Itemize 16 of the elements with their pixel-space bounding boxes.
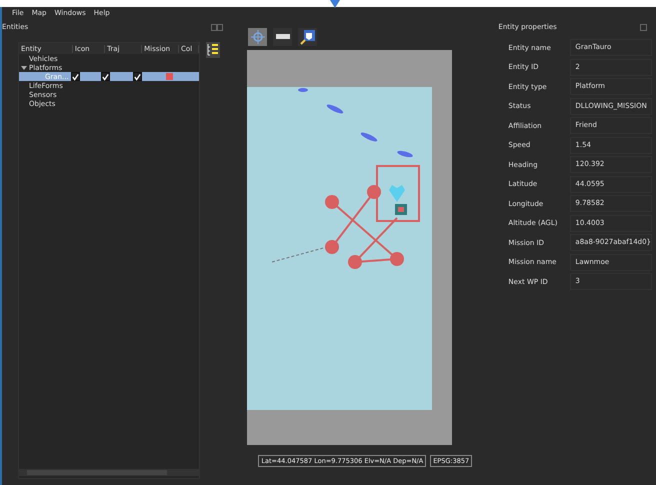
dock-icon[interactable] [640,24,648,30]
tool-button[interactable] [298,28,318,46]
dock-icon[interactable] [210,24,222,30]
crosshair-icon [250,30,265,44]
expand-arrow-icon[interactable] [21,64,27,70]
marker-icon [300,29,316,45]
triangle-icon [330,0,340,8]
tool-button[interactable] [273,28,292,46]
bar-icon [276,34,290,40]
color-swatch[interactable] [166,73,174,80]
tool-button[interactable] [248,28,268,46]
checkbox[interactable] [133,72,142,81]
horizontal-scrollbar[interactable] [19,469,199,476]
checkbox[interactable] [71,72,80,81]
checkbox[interactable] [100,72,110,81]
list-icon[interactable] [206,42,220,58]
